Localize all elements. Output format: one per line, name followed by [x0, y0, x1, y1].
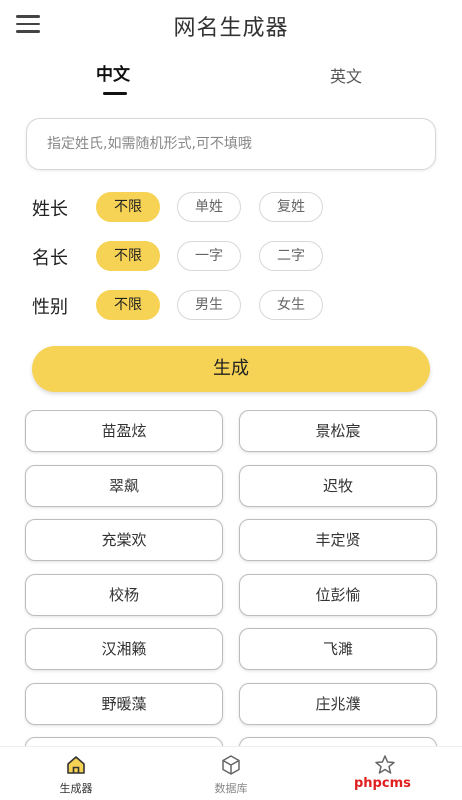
result-name-card[interactable]: 野暖藻: [25, 683, 223, 725]
gender-row: 性别 不限 男生 女生: [0, 288, 462, 322]
chip-name-two-char[interactable]: 二字: [259, 241, 323, 271]
app-header: 网名生成器: [0, 0, 462, 52]
generate-button[interactable]: 生成: [32, 346, 430, 392]
option-label: 名长: [32, 248, 68, 269]
result-name-card[interactable]: 景松宸: [239, 410, 437, 452]
language-tabs: 中文 英文: [0, 60, 462, 100]
chip-surname-compound[interactable]: 复姓: [259, 192, 323, 222]
result-name-card[interactable]: 充棠欢: [25, 519, 223, 561]
active-tab-indicator: [103, 92, 127, 95]
result-name-card[interactable]: 丰定贤: [239, 519, 437, 561]
surname-input[interactable]: [47, 119, 415, 169]
chip-name-any[interactable]: 不限: [96, 241, 160, 271]
results-grid: 苗盈炫 景松宸 翠飙 迟牧 充棠欢 丰定贤 校杨 位彭愉 汉湘籁 飞濉 野暖藻 …: [24, 410, 438, 746]
watermark-text: phpcms: [354, 776, 411, 791]
page-title: 网名生成器: [173, 16, 289, 41]
chip-gender-female[interactable]: 女生: [259, 290, 323, 320]
chip-gender-any[interactable]: 不限: [96, 290, 160, 320]
star-icon: [375, 755, 395, 774]
result-name-card[interactable]: 迟牧: [239, 465, 437, 507]
nav-generator[interactable]: 生成器: [36, 753, 116, 796]
nav-database[interactable]: 数据库: [191, 753, 271, 796]
result-name-card-partial[interactable]: [25, 737, 223, 746]
result-name-card-partial[interactable]: [239, 737, 437, 746]
result-name-card[interactable]: 汉湘籁: [25, 628, 223, 670]
result-name-card[interactable]: 翠飙: [25, 465, 223, 507]
chip-gender-male[interactable]: 男生: [177, 290, 241, 320]
box-icon: [222, 755, 240, 775]
tab-english[interactable]: 英文: [330, 63, 362, 87]
chip-surname-any[interactable]: 不限: [96, 192, 160, 222]
home-icon: [67, 756, 85, 774]
surname-input-wrapper: [26, 118, 436, 170]
tab-chinese[interactable]: 中文: [96, 60, 130, 85]
chip-name-one-char[interactable]: 一字: [177, 241, 241, 271]
result-name-card[interactable]: 校杨: [25, 574, 223, 616]
result-name-card[interactable]: 位彭愉: [239, 574, 437, 616]
option-label: 姓长: [32, 199, 68, 220]
nav-label: 数据库: [214, 782, 248, 795]
name-length-row: 名长 不限 一字 二字: [0, 239, 462, 273]
result-name-card[interactable]: 飞濉: [239, 628, 437, 670]
result-name-card[interactable]: 庄兆濮: [239, 683, 437, 725]
surname-length-row: 姓长 不限 单姓 复姓: [0, 190, 462, 224]
nav-label: 生成器: [59, 782, 93, 795]
result-name-card[interactable]: 苗盈炫: [25, 410, 223, 452]
bottom-navigation: 生成器 数据库: [0, 746, 462, 800]
chip-surname-single[interactable]: 单姓: [177, 192, 241, 222]
option-label: 性别: [32, 297, 68, 318]
